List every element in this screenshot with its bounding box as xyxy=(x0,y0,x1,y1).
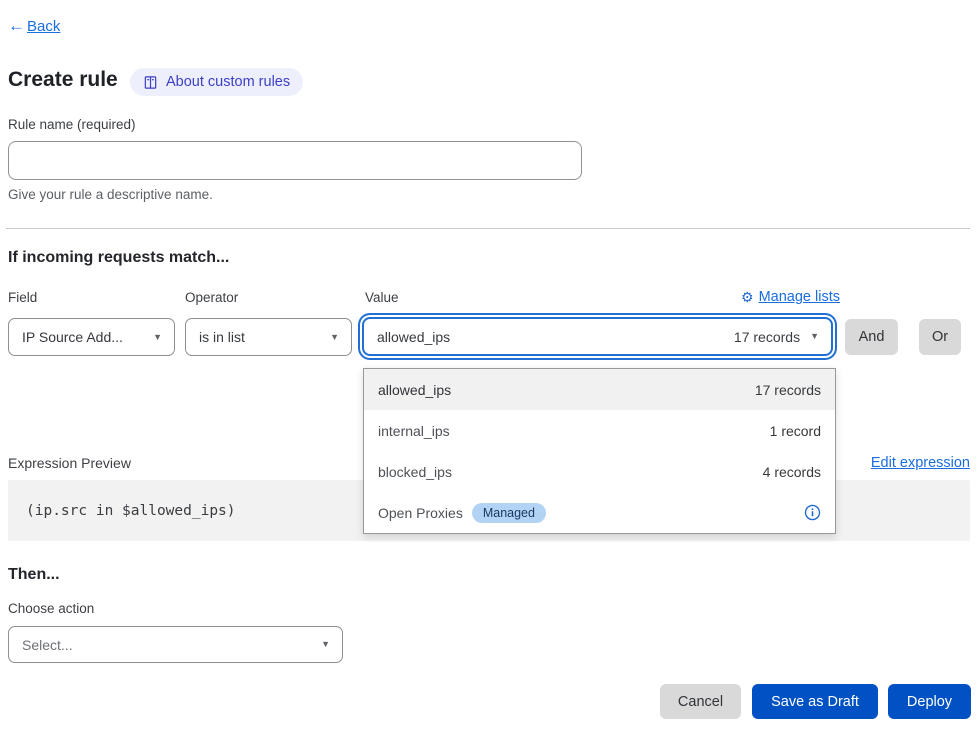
match-section-heading: If incoming requests match... xyxy=(8,249,229,267)
back-arrow-icon: ← xyxy=(8,16,25,36)
rule-name-label: Rule name (required) xyxy=(8,117,136,132)
choose-action-label: Choose action xyxy=(8,601,94,616)
back-link-label[interactable]: Back xyxy=(27,18,60,35)
manage-lists-link[interactable]: Manage lists xyxy=(741,289,840,305)
list-dropdown-panel: allowed_ips 17 records internal_ips 1 re… xyxy=(363,368,836,534)
or-button[interactable]: Or xyxy=(919,319,961,355)
expression-preview-label: Expression Preview xyxy=(8,455,131,471)
value-select-count: 17 records xyxy=(734,329,800,345)
about-custom-rules-link[interactable]: About custom rules xyxy=(130,68,303,96)
managed-badge: Managed xyxy=(472,503,546,523)
list-item-name: internal_ips xyxy=(378,423,450,439)
operator-select[interactable]: is in list xyxy=(185,318,352,356)
field-select-value: IP Source Add... xyxy=(22,329,143,345)
then-heading: Then... xyxy=(8,566,60,584)
list-item-count: 1 record xyxy=(770,423,821,439)
section-divider xyxy=(6,228,970,229)
and-button[interactable]: And xyxy=(845,319,898,355)
list-item-blocked-ips[interactable]: blocked_ips 4 records xyxy=(364,451,835,492)
list-item-internal-ips[interactable]: internal_ips 1 record xyxy=(364,410,835,451)
chevron-down-icon xyxy=(810,332,819,341)
value-label: Value xyxy=(365,290,399,305)
list-item-name: Open Proxies xyxy=(378,505,463,521)
list-item-name: allowed_ips xyxy=(378,382,451,398)
field-label: Field xyxy=(8,290,37,305)
page-title: Create rule xyxy=(8,68,118,92)
about-custom-rules-label: About custom rules xyxy=(166,74,290,90)
rule-name-input[interactable] xyxy=(8,141,582,180)
action-select[interactable]: Select... xyxy=(8,626,343,663)
chevron-down-icon xyxy=(321,640,330,649)
deploy-button[interactable]: Deploy xyxy=(888,684,971,719)
list-item-allowed-ips[interactable]: allowed_ips 17 records xyxy=(364,369,835,410)
field-select[interactable]: IP Source Add... xyxy=(8,318,175,356)
info-icon[interactable] xyxy=(804,504,821,521)
list-item-open-proxies[interactable]: Open Proxies Managed xyxy=(364,492,835,533)
action-select-placeholder: Select... xyxy=(22,637,311,653)
book-icon xyxy=(143,75,158,90)
list-item-count: 4 records xyxy=(763,464,821,480)
create-rule-page: ← Back Create rule About custom rules Ru… xyxy=(0,0,979,739)
gear-icon xyxy=(741,290,754,304)
value-select-name: allowed_ips xyxy=(377,329,450,345)
save-as-draft-button[interactable]: Save as Draft xyxy=(752,684,878,719)
edit-expression-link[interactable]: Edit expression xyxy=(871,455,970,471)
list-item-count: 17 records xyxy=(755,382,821,398)
manage-lists-label[interactable]: Manage lists xyxy=(759,289,840,305)
expression-code: (ip.src in $allowed_ips) xyxy=(8,503,236,519)
chevron-down-icon xyxy=(330,333,339,342)
value-select[interactable]: allowed_ips 17 records xyxy=(362,317,833,356)
rule-name-helper: Give your rule a descriptive name. xyxy=(8,187,213,202)
operator-label: Operator xyxy=(185,290,238,305)
chevron-down-icon xyxy=(153,333,162,342)
operator-select-value: is in list xyxy=(199,329,320,345)
list-item-name: blocked_ips xyxy=(378,464,452,480)
cancel-button[interactable]: Cancel xyxy=(660,684,741,719)
back-link[interactable]: ← Back xyxy=(8,16,60,36)
